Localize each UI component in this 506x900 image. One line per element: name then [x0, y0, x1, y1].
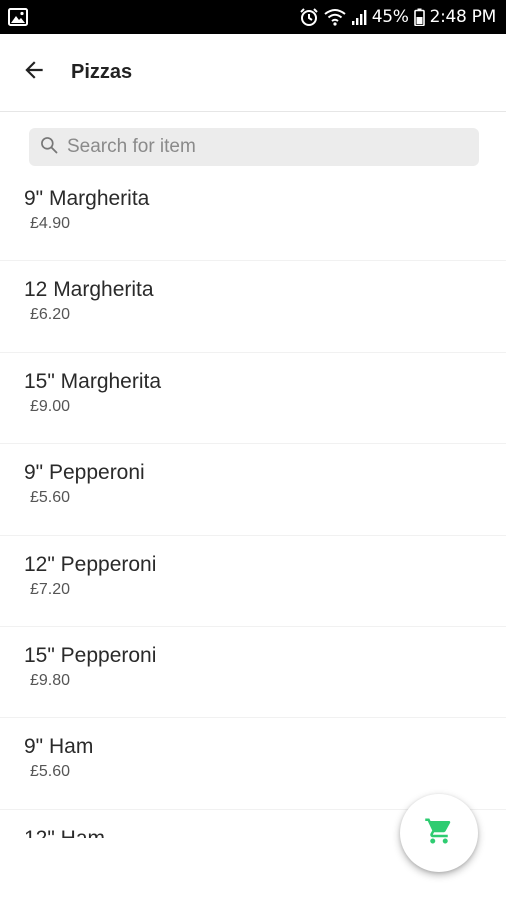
item-price: £9.80 [30, 671, 71, 689]
item-name: 15" Pepperoni [24, 643, 157, 667]
item-price: £9.00 [30, 397, 71, 415]
item-price: £4.90 [30, 215, 71, 232]
search-box[interactable] [29, 128, 479, 166]
item-name: 12 Margherita [24, 278, 154, 302]
image-notification-icon [8, 8, 28, 26]
clock: 2:48 PM [429, 7, 497, 27]
app-bar: Pizzas [0, 34, 506, 112]
status-bar: 45% 2:48 PM [0, 0, 506, 34]
item-price: £5.60 [30, 489, 71, 507]
cart-button[interactable] [400, 794, 478, 872]
list-item[interactable]: 12" Pepperoni £7.20 [0, 536, 506, 627]
search-bar [29, 128, 479, 166]
page-title: Pizzas [71, 61, 133, 83]
signal-icon [351, 8, 367, 26]
alarm-icon [299, 7, 319, 27]
list-item[interactable]: 9" Margherita £4.90 [0, 170, 506, 262]
item-list: 9" Margherita £4.90 12 Margherita £6.20 … [0, 170, 506, 838]
item-price: £5.60 [30, 763, 71, 781]
search-icon [39, 135, 59, 160]
item-name: 12" Pepperoni [24, 552, 157, 576]
battery-icon [413, 8, 425, 26]
list-item[interactable]: 12 Margherita £6.20 [0, 261, 506, 353]
back-button[interactable] [6, 45, 62, 101]
arrow-left-icon [21, 57, 47, 88]
item-price: £7.20 [30, 580, 71, 598]
wifi-icon [324, 8, 346, 26]
shopping-cart-icon [424, 816, 454, 851]
item-name: 15" Margherita [24, 369, 162, 393]
battery-percentage: 45% [371, 7, 409, 27]
list-item[interactable]: 15" Pepperoni £9.80 [0, 627, 506, 719]
item-name: 9" Ham [24, 735, 94, 759]
item-price: £6.20 [30, 306, 71, 324]
list-item[interactable]: 9" Pepperoni £5.60 [0, 444, 506, 536]
item-name: 9" Pepperoni [24, 461, 145, 485]
list-item[interactable]: 15" Margherita £9.00 [0, 353, 506, 445]
search-input[interactable] [59, 128, 479, 166]
item-name: 9" Margherita [24, 187, 150, 210]
